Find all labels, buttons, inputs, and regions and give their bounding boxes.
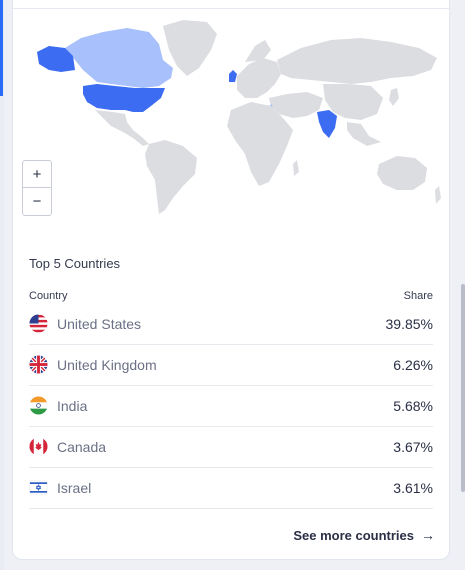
uk-flag-icon <box>29 355 48 374</box>
map-russia[interactable] <box>277 38 437 84</box>
world-map[interactable] <box>31 18 441 218</box>
country-name: United Kingdom <box>57 356 157 373</box>
us-flag-icon <box>29 314 48 333</box>
country-cell: United States <box>29 314 141 333</box>
scrollbar[interactable] <box>461 284 465 492</box>
map-mexico[interactable] <box>95 110 149 146</box>
zoom-out-button[interactable]: − <box>23 187 51 214</box>
country-share: 39.85% <box>385 315 433 332</box>
country-row[interactable]: Canada 3.67% <box>29 426 433 468</box>
map-madagascar[interactable] <box>293 160 299 176</box>
top-countries-card: + − Top 5 Countries Country Share United… <box>12 0 450 560</box>
map-canada[interactable] <box>65 28 173 88</box>
country-name: United States <box>57 315 142 332</box>
map-australia[interactable] <box>377 156 427 190</box>
map-united-states[interactable] <box>83 84 165 112</box>
country-share: 6.26% <box>393 356 433 373</box>
israel-flag-icon <box>29 478 48 497</box>
map-south-america[interactable] <box>145 140 197 214</box>
widget-title: Top 5 Countries <box>29 256 121 271</box>
country-row[interactable]: Israel 3.61% <box>29 467 433 509</box>
country-cell: Canada <box>29 437 106 456</box>
see-more-countries-link[interactable]: See more countries → <box>293 527 435 543</box>
column-header-country: Country <box>29 290 68 302</box>
country-row[interactable]: United States 39.85% <box>29 303 433 345</box>
country-share: 3.67% <box>393 438 433 455</box>
map-zoom-controls: + − <box>22 160 52 216</box>
left-accent-bar <box>0 0 3 96</box>
column-header-share: Share <box>403 290 433 302</box>
canada-flag-icon <box>29 437 48 456</box>
zoom-in-button[interactable]: + <box>23 161 51 187</box>
country-name: Canada <box>57 438 107 455</box>
map-japan[interactable] <box>389 88 399 106</box>
card-divider <box>13 8 449 9</box>
india-flag-icon <box>29 396 48 415</box>
map-europe[interactable] <box>237 58 281 98</box>
map-india[interactable] <box>317 110 337 138</box>
country-row[interactable]: India 5.68% <box>29 385 433 427</box>
country-share: 3.61% <box>393 479 433 496</box>
map-southeast-asia[interactable] <box>347 122 381 146</box>
map-new-zealand[interactable] <box>435 186 441 204</box>
country-cell: India <box>29 396 87 415</box>
see-more-label: See more countries <box>293 527 414 543</box>
country-row[interactable]: United Kingdom 6.26% <box>29 344 433 386</box>
country-name: India <box>57 397 88 414</box>
country-name: Israel <box>57 479 92 496</box>
map-scandinavia[interactable] <box>245 40 271 62</box>
arrow-right-icon: → <box>421 527 435 543</box>
map-united-kingdom[interactable] <box>229 70 237 82</box>
country-cell: Israel <box>29 478 91 497</box>
country-cell: United Kingdom <box>29 355 157 374</box>
country-share: 5.68% <box>393 397 433 414</box>
